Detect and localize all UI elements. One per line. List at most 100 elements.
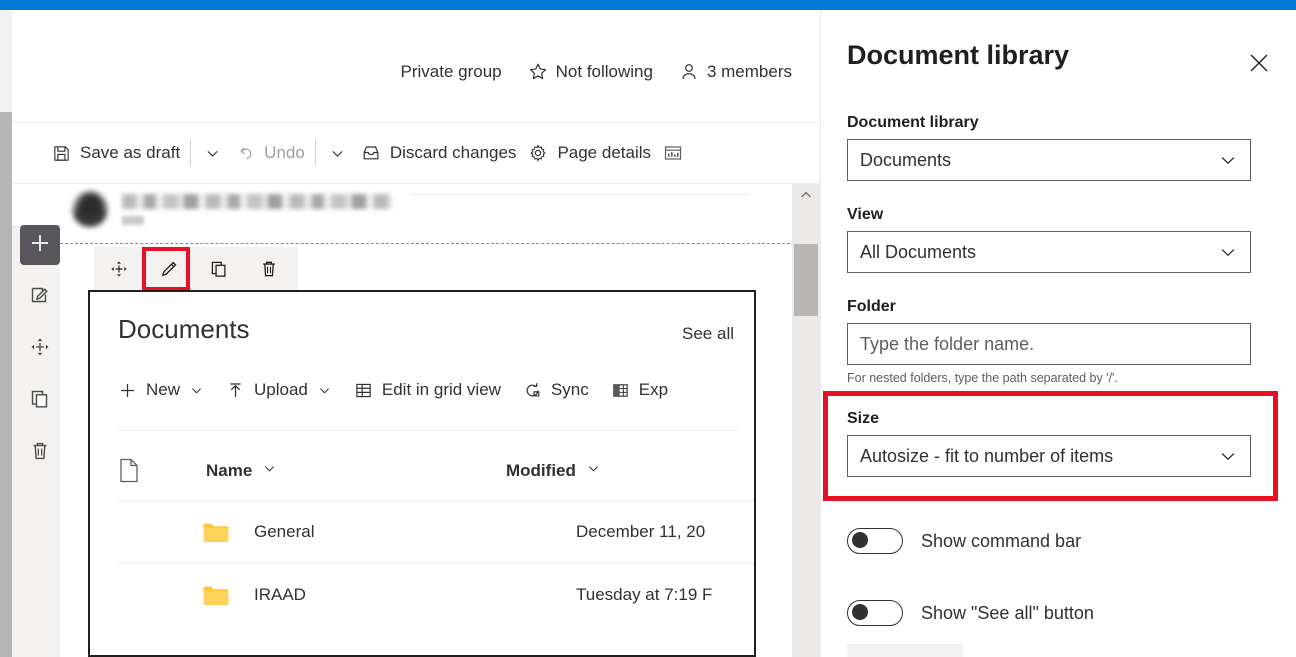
delete-section-button[interactable] — [20, 433, 60, 473]
command-divider — [314, 140, 316, 166]
upload-label: Upload — [254, 380, 308, 399]
edit-in-grid-view-label: Edit in grid view — [381, 380, 501, 399]
webpart-toolbar — [94, 247, 298, 291]
command-divider — [190, 140, 192, 166]
add-section-button[interactable] — [20, 225, 60, 265]
chevron-down-icon — [1218, 242, 1238, 262]
move-section-button[interactable] — [20, 329, 60, 369]
row-name[interactable]: IRAAD — [254, 585, 576, 605]
chevron-down-icon — [262, 461, 277, 481]
folder-field: Folder Type the folder name. For nested … — [847, 298, 1251, 385]
follow-button[interactable]: Not following — [528, 62, 653, 82]
folder-hint: For nested folders, type the path separa… — [847, 371, 1118, 385]
duplicate-section-button[interactable] — [20, 381, 60, 421]
discard-changes-label: Discard changes — [389, 143, 517, 162]
undo-options-caret[interactable] — [320, 141, 355, 166]
canvas-scrollbar[interactable] — [792, 184, 820, 657]
column-header-modified[interactable]: Modified — [506, 461, 601, 481]
folder-input-wrapper[interactable]: Type the folder name. — [847, 323, 1251, 365]
person-icon — [679, 62, 699, 82]
show-command-bar-toggle[interactable] — [847, 528, 903, 554]
folder-input-placeholder: Type the folder name. — [860, 334, 1035, 354]
canvas-scrollbar-thumb[interactable] — [794, 244, 818, 316]
canvas-scroll-up-button[interactable] — [792, 184, 820, 210]
plus-icon — [28, 231, 52, 260]
page-details-label: Page details — [557, 143, 652, 162]
upload-button[interactable]: Upload — [226, 380, 332, 400]
view-field: View All Documents — [847, 206, 1251, 273]
sync-button[interactable]: Sync — [523, 380, 589, 400]
table-row[interactable]: IRAAD Tuesday at 7:19 F — [118, 563, 754, 626]
column-header-name[interactable]: Name — [206, 461, 506, 481]
header-divider — [410, 194, 750, 195]
undo-button[interactable]: Undo — [230, 139, 311, 167]
column-header-name-label: Name — [206, 461, 253, 480]
plus-icon — [118, 381, 137, 400]
list-header-row: Name Modified — [118, 442, 754, 500]
show-see-all-label: Show "See all" button — [921, 602, 1094, 623]
save-as-draft-button[interactable]: Save as draft — [46, 139, 186, 167]
star-icon — [528, 62, 548, 82]
webpart-delete-button[interactable] — [244, 247, 294, 291]
site-header-meta: Private group Not following 3 members — [401, 62, 792, 82]
page-scrollbar-thumb[interactable] — [0, 112, 12, 657]
documents-list: Name Modified General December 11, 20 IR… — [118, 442, 754, 626]
undo-icon — [236, 144, 255, 163]
show-see-all-toggle[interactable] — [847, 600, 903, 626]
upload-icon — [226, 381, 245, 400]
webpart-duplicate-button[interactable] — [194, 247, 244, 291]
app-accent-bar — [0, 0, 1296, 10]
view-dropdown[interactable]: All Documents — [847, 231, 1251, 273]
row-modified: December 11, 20 — [576, 522, 706, 541]
close-button[interactable] — [1242, 48, 1276, 82]
follow-label: Not following — [555, 62, 653, 81]
webpart-move-button[interactable] — [94, 247, 144, 291]
sync-icon — [523, 381, 542, 400]
property-pane-body: Document library Documents View All Docu… — [821, 104, 1276, 657]
sync-label: Sync — [550, 380, 589, 399]
members-button[interactable]: 3 members — [679, 62, 792, 82]
highlight-box-edit-webpart — [142, 247, 190, 291]
edit-in-grid-view-button[interactable]: Edit in grid view — [354, 380, 501, 400]
show-see-all-toggle-row: Show "See all" button — [847, 600, 1094, 626]
gear-icon — [528, 143, 548, 163]
site-header: Private group Not following 3 members — [12, 10, 820, 122]
webpart-command-bar: New Upload Edit in grid view Sync Exp — [118, 380, 668, 400]
row-name[interactable]: General — [254, 522, 576, 542]
undo-label: Undo — [264, 143, 305, 162]
chevron-down-icon — [204, 145, 221, 162]
document-library-dropdown[interactable]: Documents — [847, 139, 1251, 181]
export-button[interactable]: Exp — [611, 380, 668, 400]
chevron-up-icon — [798, 187, 814, 208]
document-library-value: Documents — [860, 150, 952, 170]
close-icon — [1246, 50, 1272, 81]
export-label: Exp — [638, 380, 669, 399]
partial-button-below-fold[interactable] — [847, 644, 963, 657]
edit-section-button[interactable] — [20, 277, 60, 317]
page-analytics-button[interactable] — [657, 139, 689, 167]
save-options-caret[interactable] — [195, 141, 230, 166]
avatar — [72, 191, 108, 227]
save-as-draft-label: Save as draft — [80, 143, 181, 162]
size-dropdown[interactable]: Autosize - fit to number of items — [847, 435, 1251, 477]
toggle-knob — [852, 604, 868, 621]
page-details-button[interactable]: Page details — [522, 139, 657, 167]
page-scrollbar[interactable] — [0, 10, 12, 657]
toggle-knob — [852, 532, 868, 549]
app-root: Private group Not following 3 members Sa… — [0, 0, 1296, 657]
members-label: 3 members — [706, 62, 792, 81]
property-pane: Document library Document library Docume… — [820, 10, 1296, 657]
new-button[interactable]: New — [118, 380, 204, 400]
folder-label: Folder — [847, 298, 896, 315]
discard-changes-button[interactable]: Discard changes — [355, 139, 523, 167]
chevron-down-icon — [329, 145, 346, 162]
trash-icon — [28, 439, 52, 468]
edit-square-icon — [28, 283, 52, 312]
discard-icon — [361, 143, 381, 163]
redacted-author-subtext — [122, 216, 144, 225]
table-row[interactable]: General December 11, 20 — [118, 500, 754, 563]
documents-webpart[interactable]: Documents See all New Upload Edit in gri… — [88, 290, 756, 657]
folder-icon — [118, 584, 254, 607]
chevron-down-icon — [586, 461, 601, 481]
see-all-link[interactable]: See all — [682, 324, 734, 344]
